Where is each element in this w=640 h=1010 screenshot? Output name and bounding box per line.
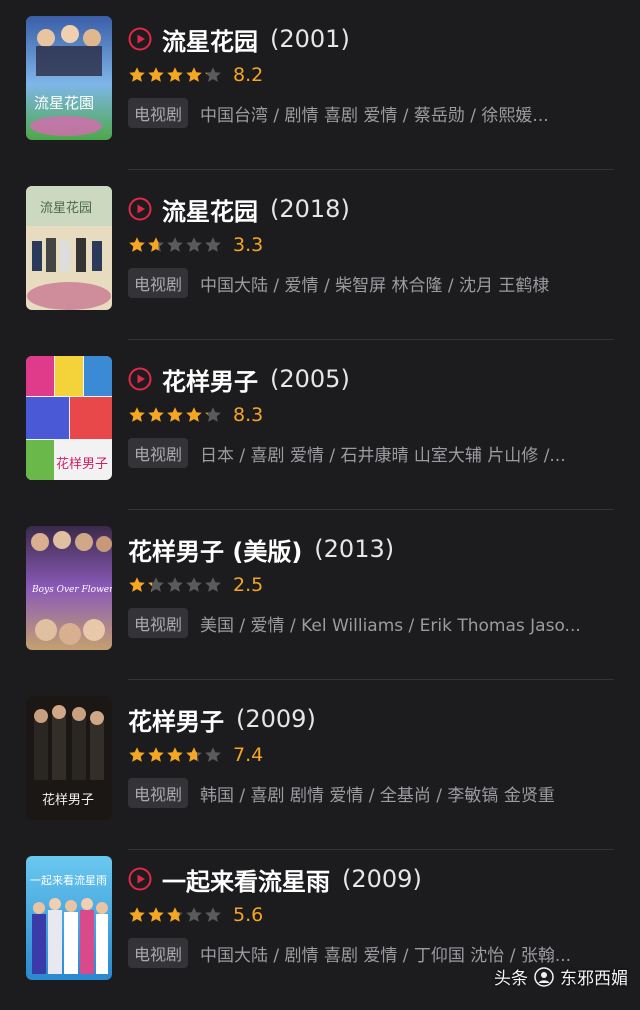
item-meta: 美国 / 爱情 / Kel Williams / Erik Thomas Jas… xyxy=(200,615,581,636)
item-title[interactable]: 花样男子 xyxy=(128,702,224,737)
poster-image[interactable]: 花样男子 xyxy=(26,696,112,820)
poster-art: 一起来看流星雨 xyxy=(26,856,112,980)
star-icon xyxy=(148,907,164,922)
item-title[interactable]: 花样男子 xyxy=(162,362,258,397)
category-tag: 电视剧 xyxy=(128,938,189,968)
watermark-left: 头条 xyxy=(494,969,528,989)
star-icon xyxy=(186,407,202,422)
star-icon xyxy=(148,747,164,762)
star-icon xyxy=(186,907,202,922)
item-title[interactable]: 流星花园 xyxy=(162,22,258,57)
poster-image[interactable]: 流星花园 xyxy=(26,186,112,310)
star-icon xyxy=(148,67,164,82)
play-icon[interactable] xyxy=(128,197,152,221)
star-icon xyxy=(205,67,221,82)
star-icon xyxy=(129,237,145,252)
watermark-right: 东邪西媚 xyxy=(560,969,628,989)
item-meta: 中国台湾 / 剧情 喜剧 爱情 / 蔡岳勋 / 徐熙媛... xyxy=(200,105,549,126)
star-icon xyxy=(129,577,145,592)
star-icon xyxy=(167,907,183,922)
star-rating xyxy=(128,576,223,594)
play-icon[interactable] xyxy=(128,367,152,391)
star-icon xyxy=(148,407,164,422)
rating-score: 5.6 xyxy=(233,904,264,926)
star-icon xyxy=(205,407,221,422)
result-item[interactable]: 流星花園 流星花园 (2001) 8.2 电视剧 中国台湾 / 剧情 喜剧 爱情… xyxy=(0,0,640,170)
poster-art: 流星花园 xyxy=(26,186,112,310)
item-year: (2009) xyxy=(342,865,422,893)
poster-art: 流星花園 xyxy=(26,16,112,140)
star-rating xyxy=(128,906,223,924)
result-item[interactable]: 流星花园 流星花园 (2018) 3.3 电视剧 中国大陆 / 爱情 / 柴智屏… xyxy=(0,170,640,340)
item-title[interactable]: 流星花园 xyxy=(162,192,258,227)
star-icon xyxy=(186,67,202,82)
svg-text:流星花园: 流星花园 xyxy=(40,200,92,216)
svg-text:花样男子: 花样男子 xyxy=(42,792,94,808)
poster-art: 花样男子 xyxy=(26,696,112,820)
star-rating xyxy=(128,66,223,84)
item-year: (2005) xyxy=(270,365,350,393)
item-year: (2018) xyxy=(270,195,350,223)
category-tag: 电视剧 xyxy=(128,778,189,808)
poster-art: Boys Over Flowers xyxy=(26,526,112,650)
star-icon xyxy=(186,237,202,252)
poster-image[interactable]: Boys Over Flowers xyxy=(26,526,112,650)
result-item[interactable]: 花样男子 花样男子 (2005) 8.3 电视剧 日本 / 喜剧 爱情 / 石井… xyxy=(0,340,640,510)
result-item[interactable]: 花样男子 花样男子 (2009) 7.4 电视剧 韩国 / 喜剧 剧情 爱情 /… xyxy=(0,680,640,850)
item-title[interactable]: 花样男子 (美版) xyxy=(128,532,302,567)
result-item[interactable]: Boys Over Flowers 花样男子 (美版) (2013) 2.5 电… xyxy=(0,510,640,680)
user-icon xyxy=(534,966,554,987)
svg-text:一起来看流星雨: 一起来看流星雨 xyxy=(30,873,107,887)
star-icon xyxy=(148,577,164,592)
rating-score: 8.3 xyxy=(233,404,264,426)
play-icon[interactable] xyxy=(128,867,152,891)
category-tag: 电视剧 xyxy=(128,438,189,468)
star-icon xyxy=(167,67,183,82)
svg-text:流星花園: 流星花園 xyxy=(34,94,94,112)
category-tag: 电视剧 xyxy=(128,608,189,638)
star-icon xyxy=(167,747,183,762)
star-icon xyxy=(129,747,145,762)
item-meta: 韩国 / 喜剧 剧情 爱情 / 全基尚 / 李敏镐 金贤重 xyxy=(200,785,555,806)
item-meta: 日本 / 喜剧 爱情 / 石井康晴 山室大辅 片山修 /... xyxy=(200,445,566,466)
star-icon xyxy=(205,907,221,922)
poster-image[interactable]: 花样男子 xyxy=(26,356,112,480)
category-tag: 电视剧 xyxy=(128,98,189,128)
rating-score: 7.4 xyxy=(233,744,264,766)
poster-image[interactable]: 流星花園 xyxy=(26,16,112,140)
star-icon xyxy=(186,577,202,592)
star-icon xyxy=(129,67,145,82)
poster-image[interactable]: 一起来看流星雨 xyxy=(26,856,112,980)
item-year: (2009) xyxy=(236,705,316,733)
watermark: 头条 东邪西媚 xyxy=(494,964,628,989)
star-icon xyxy=(167,237,183,252)
star-icon xyxy=(205,237,221,252)
category-tag: 电视剧 xyxy=(128,268,189,298)
poster-art: 花样男子 xyxy=(26,356,112,480)
star-icon xyxy=(167,407,183,422)
star-icon xyxy=(205,577,221,592)
star-rating xyxy=(128,236,223,254)
rating-score: 8.2 xyxy=(233,64,264,86)
item-year: (2001) xyxy=(270,25,350,53)
star-icon xyxy=(129,907,145,922)
star-icon xyxy=(129,407,145,422)
star-icon xyxy=(205,747,221,762)
star-rating xyxy=(128,406,223,424)
item-year: (2013) xyxy=(314,535,395,563)
item-meta: 中国大陆 / 剧情 喜剧 爱情 / 丁仰国 沈怡 / 张翰... xyxy=(200,945,572,966)
svg-text:花样男子: 花样男子 xyxy=(56,456,108,472)
item-meta: 中国大陆 / 爱情 / 柴智屏 林合隆 / 沈月 王鹤棣 xyxy=(200,275,550,296)
item-title[interactable]: 一起来看流星雨 xyxy=(162,862,330,897)
rating-score: 3.3 xyxy=(233,234,264,256)
rating-score: 2.5 xyxy=(233,574,264,596)
star-rating xyxy=(128,746,223,764)
star-icon xyxy=(186,747,202,762)
star-icon xyxy=(167,577,183,592)
play-icon[interactable] xyxy=(128,27,152,51)
svg-text:Boys Over Flowers: Boys Over Flowers xyxy=(31,585,112,595)
star-icon xyxy=(148,237,164,252)
